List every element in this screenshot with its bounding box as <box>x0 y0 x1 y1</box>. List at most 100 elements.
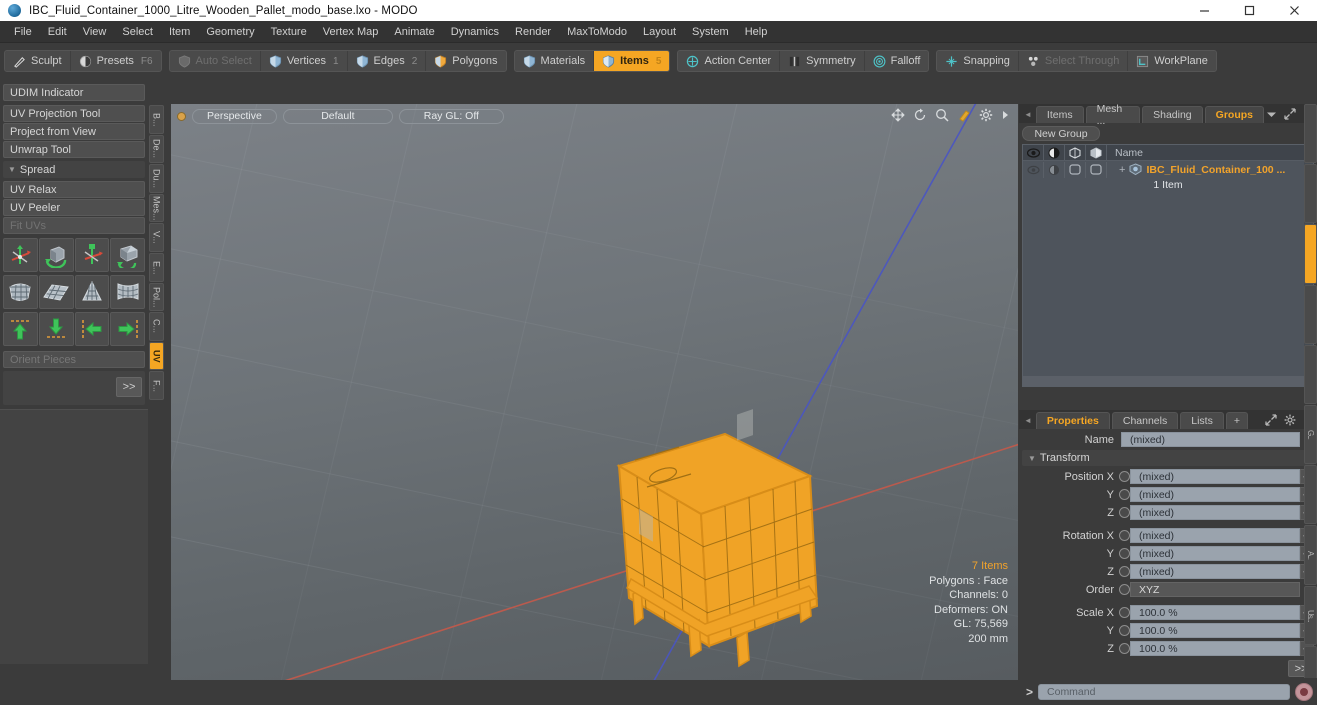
menu-render[interactable]: Render <box>507 23 559 41</box>
menu-maxtomodo[interactable]: MaxToModo <box>559 23 635 41</box>
table-row[interactable]: + IBC_Fluid_Container_100 ... <box>1023 161 1313 178</box>
order-channel-toggle[interactable] <box>1119 584 1130 595</box>
command-input[interactable]: Command <box>1038 683 1290 700</box>
checkbox-empty-icon[interactable] <box>1065 161 1086 178</box>
scale-z-channel-toggle[interactable] <box>1119 643 1130 654</box>
vtab-edge[interactable]: E... <box>149 252 164 282</box>
rotation-z-field[interactable]: (mixed) <box>1130 564 1300 579</box>
rtab-3-active[interactable] <box>1304 224 1317 284</box>
viewport-raygl-dropdown[interactable]: Ray GL: Off <box>398 108 504 124</box>
uv-peeler-button[interactable]: UV Peeler <box>3 199 145 216</box>
uv-grid-flat-icon[interactable] <box>38 275 74 309</box>
position-x-field[interactable]: (mixed) <box>1130 469 1300 484</box>
tab-groups[interactable]: Groups <box>1204 106 1264 123</box>
menu-item[interactable]: Item <box>161 23 198 41</box>
items-button[interactable]: Items 5 <box>594 51 670 71</box>
maximize-icon[interactable] <box>1227 0 1272 21</box>
rtab-7[interactable] <box>1304 465 1317 525</box>
sculpt-button[interactable]: Sculpt <box>5 51 71 71</box>
tab-add[interactable]: + <box>1225 412 1248 429</box>
wire-shade-icon[interactable] <box>1065 144 1086 161</box>
symmetry-button[interactable]: Symmetry <box>780 51 865 71</box>
tab-properties[interactable]: Properties <box>1035 412 1110 429</box>
menu-view[interactable]: View <box>75 23 115 41</box>
rtab-user[interactable]: Us... <box>1304 585 1317 645</box>
new-group-button[interactable]: New Group <box>1022 126 1100 141</box>
menu-texture[interactable]: Texture <box>263 23 315 41</box>
align-up-icon[interactable] <box>3 312 38 346</box>
falloff-button[interactable]: Falloff <box>865 51 929 71</box>
rtab-attributes[interactable]: A... <box>1304 525 1317 585</box>
vtab-mesh-edit[interactable]: Mes... <box>149 193 164 223</box>
rtab-1[interactable] <box>1304 104 1317 164</box>
menu-edit[interactable]: Edit <box>40 23 75 41</box>
menu-help[interactable]: Help <box>737 23 776 41</box>
udim-indicator-button[interactable]: UDIM Indicator <box>3 84 145 101</box>
gear-icon[interactable] <box>979 108 993 122</box>
rtab-4[interactable] <box>1304 284 1317 344</box>
viewport-projection-dropdown[interactable]: Perspective <box>192 108 277 124</box>
menu-dynamics[interactable]: Dynamics <box>443 23 507 41</box>
uv-flip-cube-icon[interactable] <box>110 238 145 272</box>
menu-layout[interactable]: Layout <box>635 23 684 41</box>
rotate-icon[interactable] <box>913 108 927 122</box>
vtab-deform[interactable]: De... <box>149 134 164 164</box>
menu-animate[interactable]: Animate <box>386 23 442 41</box>
position-x-channel-toggle[interactable] <box>1119 471 1130 482</box>
tab-shading[interactable]: Shading <box>1142 106 1203 123</box>
project-from-view-button[interactable]: Project from View <box>3 123 145 140</box>
uv-scale-axis-icon[interactable] <box>74 238 110 272</box>
uv-rotate-cube-icon[interactable] <box>38 238 74 272</box>
rtab-2[interactable] <box>1304 164 1317 224</box>
select-through-button[interactable]: Select Through <box>1019 51 1129 71</box>
order-dropdown[interactable]: XYZ <box>1130 582 1300 597</box>
tab-lists[interactable]: Lists <box>1180 412 1224 429</box>
vtab-uv[interactable]: UV <box>149 341 164 371</box>
uv-distort-icon[interactable] <box>110 275 145 309</box>
rotation-y-field[interactable]: (mixed) <box>1130 546 1300 561</box>
position-y-channel-toggle[interactable] <box>1119 489 1130 500</box>
menu-system[interactable]: System <box>684 23 737 41</box>
position-y-field[interactable]: (mixed) <box>1130 487 1300 502</box>
scale-y-channel-toggle[interactable] <box>1119 625 1130 636</box>
expand-icon[interactable] <box>1284 108 1296 120</box>
name-field[interactable]: (mixed) <box>1121 432 1300 447</box>
rotation-x-field[interactable]: (mixed) <box>1130 528 1300 543</box>
vtab-curve[interactable]: C... <box>149 312 164 341</box>
vtab-basic[interactable]: B... <box>149 105 164 134</box>
vtab-fusion[interactable]: F... <box>149 371 164 400</box>
group-list-item[interactable]: + IBC_Fluid_Container_100 ... <box>1107 163 1285 176</box>
plus-icon[interactable]: + <box>1119 164 1125 176</box>
minimize-icon[interactable] <box>1182 0 1227 21</box>
checkbox-empty-icon[interactable] <box>1086 161 1107 178</box>
rotation-z-channel-toggle[interactable] <box>1119 566 1130 577</box>
render-off-icon[interactable] <box>1044 161 1065 178</box>
vtab-polygon[interactable]: Pol... <box>149 282 164 312</box>
rtab-5[interactable] <box>1304 344 1317 405</box>
rotation-x-channel-toggle[interactable] <box>1119 530 1130 541</box>
scale-y-field[interactable]: 100.0 % <box>1130 623 1300 638</box>
edges-button[interactable]: Edges 2 <box>348 51 427 71</box>
tab-items[interactable]: Items <box>1035 106 1084 123</box>
pan-icon[interactable] <box>891 108 905 122</box>
menu-vertex-map[interactable]: Vertex Map <box>315 23 387 41</box>
eye-off-icon[interactable] <box>1023 161 1044 178</box>
align-down-icon[interactable] <box>38 312 74 346</box>
transform-handle-icon[interactable] <box>957 108 971 122</box>
tab-channels[interactable]: Channels <box>1111 412 1179 429</box>
rtab-general[interactable]: G... <box>1304 405 1317 465</box>
gear-icon[interactable] <box>1284 414 1296 426</box>
tab-mesh[interactable]: Mesh ... <box>1085 103 1141 127</box>
scale-z-field[interactable]: 100.0 % <box>1130 641 1300 656</box>
polygons-button[interactable]: Polygons <box>426 51 505 71</box>
scale-x-channel-toggle[interactable] <box>1119 607 1130 618</box>
auto-select-button[interactable]: Auto Select <box>170 51 261 71</box>
menu-select[interactable]: Select <box>114 23 161 41</box>
render-visibility-icon[interactable] <box>1044 144 1065 161</box>
shade-icon[interactable] <box>1086 144 1107 161</box>
properties-menu-icon[interactable]: ◄ <box>1022 416 1036 429</box>
menu-file[interactable]: File <box>6 23 40 41</box>
left-more-button[interactable]: >> <box>116 377 142 397</box>
zoom-icon[interactable] <box>935 108 949 122</box>
scale-x-field[interactable]: 100.0 % <box>1130 605 1300 620</box>
